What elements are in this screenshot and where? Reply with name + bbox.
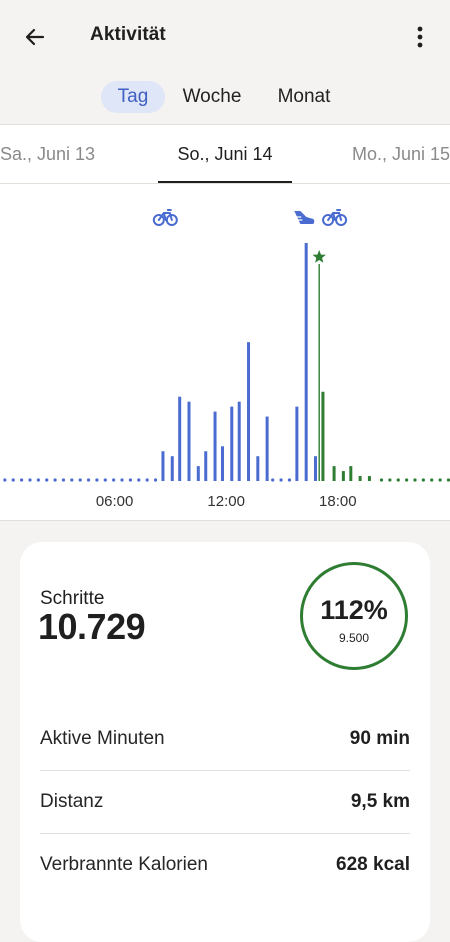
- chart-bar: [213, 411, 217, 481]
- goal-progress-ring[interactable]: 112% 9.500: [300, 562, 408, 670]
- metric-value: 90 min: [349, 728, 410, 749]
- baseline-dot: [287, 478, 292, 482]
- x-tick-label: 18:00: [319, 493, 357, 510]
- more-options-button[interactable]: [408, 22, 432, 52]
- x-tick-label: 12:00: [207, 493, 245, 510]
- baseline-dot: [78, 478, 82, 482]
- metric-row-active-minutes[interactable]: Aktive Minuten 90 min: [40, 708, 410, 771]
- shoe-icon[interactable]: [294, 211, 315, 224]
- baseline-dot: [145, 478, 149, 482]
- chart-bar: [187, 401, 191, 481]
- page-title: Aktivität: [90, 24, 166, 45]
- baseline-dot: [20, 478, 24, 482]
- chart-bar: [358, 476, 362, 481]
- baseline-dot: [413, 478, 417, 482]
- chart-bar: [178, 396, 182, 481]
- chart-bar: [265, 416, 269, 481]
- date-current[interactable]: So., Juni 14: [160, 144, 290, 165]
- steps-value: 10.729: [38, 606, 146, 647]
- baseline-dot: [405, 478, 409, 482]
- chart-bar: [256, 456, 260, 481]
- baseline-dot: [137, 478, 141, 482]
- chart-bar: [170, 456, 174, 481]
- chart-bar: [204, 451, 208, 481]
- app-bar: Aktivität: [0, 0, 450, 72]
- metric-row-calories[interactable]: Verbrannte Kalorien 628 kcal: [40, 834, 410, 896]
- chart-bar: [367, 476, 371, 481]
- x-tick-label: 06:00: [96, 493, 134, 510]
- baseline-dot: [28, 478, 32, 482]
- chart-bar: [161, 451, 165, 481]
- baseline-dot: [95, 478, 99, 482]
- chart-bar: [332, 466, 336, 481]
- goal-value: 9.500: [338, 631, 370, 645]
- metric-label: Aktive Minuten: [40, 728, 165, 749]
- date-previous[interactable]: Sa., Juni 13: [0, 144, 95, 165]
- baseline-dot: [61, 478, 66, 482]
- baseline-dot: [421, 478, 425, 482]
- metric-label: Distanz: [40, 791, 104, 812]
- baseline-dot: [279, 478, 283, 482]
- chart-bar: [304, 243, 308, 481]
- baseline-dot: [396, 478, 400, 482]
- baseline-dot: [70, 478, 74, 482]
- period-tabs: Tag Woche Monat: [0, 78, 450, 118]
- baseline-dot: [103, 478, 107, 482]
- back-button[interactable]: [20, 22, 50, 52]
- divider: [0, 520, 450, 521]
- baseline-dot: [153, 478, 158, 482]
- activity-chart[interactable]: 06:00 12:00 18:00: [0, 184, 450, 520]
- baseline-dot: [11, 478, 15, 482]
- chart-bar: [230, 406, 234, 481]
- bike-icon[interactable]: [322, 209, 348, 226]
- chart-bar: [321, 391, 325, 481]
- baseline-dot: [120, 478, 124, 482]
- baseline-dot: [430, 478, 434, 482]
- summary-card: Schritte 10.729 112% 9.500 Aktive Minute…: [20, 542, 430, 942]
- tab-week[interactable]: Woche: [170, 81, 254, 113]
- chart-bar: [220, 446, 224, 481]
- tab-day[interactable]: Tag: [101, 81, 165, 113]
- chart-bar: [313, 456, 317, 481]
- chart-bar: [247, 342, 251, 481]
- baseline-dot: [271, 478, 275, 482]
- baseline-dot: [36, 478, 40, 482]
- date-selector: Sa., Juni 13 So., Juni 14 Mo., Juni 15: [0, 125, 450, 183]
- chart-bar: [196, 466, 200, 481]
- metric-value: 9,5 km: [350, 791, 410, 812]
- activity-chart-svg: 06:00 12:00 18:00: [3, 209, 450, 510]
- baseline-dot: [45, 478, 49, 482]
- baseline-dot: [3, 478, 7, 482]
- bike-icon[interactable]: [152, 209, 178, 226]
- metric-row-distance[interactable]: Distanz 9,5 km: [40, 771, 410, 834]
- metric-value: 628 kcal: [336, 854, 410, 875]
- tab-month[interactable]: Monat: [264, 81, 344, 113]
- baseline-dot: [53, 478, 57, 482]
- baseline-dot: [128, 478, 133, 482]
- chart-bar: [349, 466, 353, 481]
- baseline-dot: [388, 478, 392, 482]
- chart-bar: [295, 406, 299, 481]
- metric-label: Verbrannte Kalorien: [40, 854, 208, 875]
- baseline-dot: [379, 478, 384, 482]
- arrow-back-icon: [25, 28, 45, 46]
- goal-percent: 112%: [320, 595, 388, 625]
- chart-bar: [237, 401, 241, 481]
- chart-bar: [341, 471, 345, 481]
- goal-star-icon: [312, 250, 326, 263]
- baseline-dot: [86, 478, 91, 482]
- baseline-dot: [112, 478, 116, 482]
- more-vertical-icon: [417, 26, 423, 48]
- baseline-dot: [438, 478, 442, 482]
- date-next[interactable]: Mo., Juni 15: [352, 144, 450, 165]
